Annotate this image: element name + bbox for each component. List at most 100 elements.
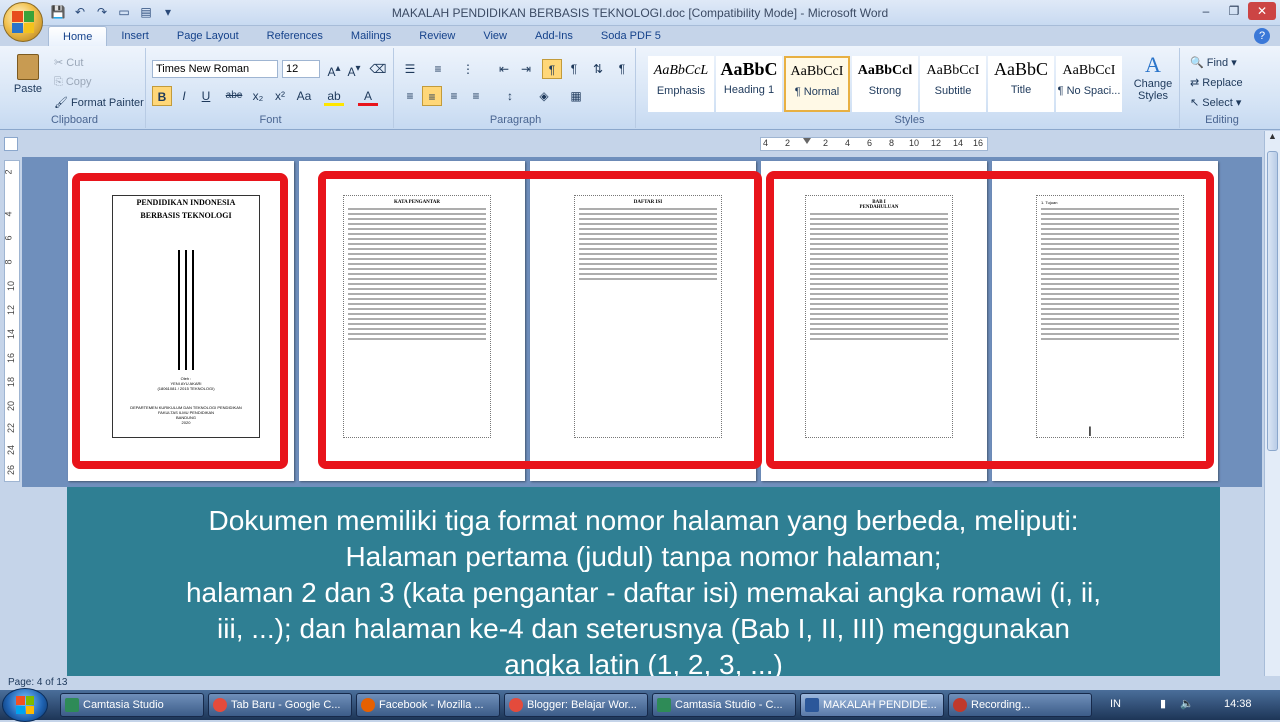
bold-button[interactable]: B [152,86,172,106]
office-button[interactable] [3,2,43,42]
replace-button[interactable]: ⇄ Replace [1190,76,1243,89]
font-name-select[interactable]: Times New Roman [152,60,278,78]
bullets-icon[interactable]: ☰ [400,59,420,79]
taskbar-item-camtasia[interactable]: Camtasia Studio [60,693,204,717]
tab-review[interactable]: Review [405,26,469,46]
clipboard-group-label: Clipboard [50,114,99,126]
taskbar-item-label: Camtasia Studio - C... [675,699,783,711]
numbering-icon[interactable]: ≡ [428,59,448,79]
close-button[interactable]: ✕ [1248,2,1276,20]
taskbar-item-chrome[interactable]: Tab Baru - Google C... [208,693,352,717]
taskbar-item-label: Tab Baru - Google C... [231,699,341,711]
find-label: Find [1206,57,1229,69]
window-title: MAKALAH PENDIDIKAN BERBASIS TEKNOLOGI.do… [391,6,889,20]
tab-insert[interactable]: Insert [107,26,163,46]
change-case-button[interactable]: Aa [294,86,314,106]
change-styles-button[interactable]: A Change Styles [1130,52,1176,102]
rtl-icon[interactable]: ¶ [564,59,584,79]
tab-selector[interactable] [4,137,18,151]
increase-indent-icon[interactable]: ⇥ [516,59,536,79]
taskbar-item-recording[interactable]: Recording... [948,693,1092,717]
taskbar-item-camtasia-2[interactable]: Camtasia Studio - C... [652,693,796,717]
scroll-thumb[interactable] [1267,151,1278,451]
select-label: Select [1202,97,1233,109]
ruler-tick: 2 [3,169,14,175]
start-button[interactable] [2,688,48,722]
maximize-button[interactable]: ❐ [1220,2,1248,20]
subscript-button[interactable]: x₂ [248,86,268,106]
help-icon[interactable]: ? [1254,28,1270,44]
clipboard-group: Paste ✂ Cut ⎘ Copy 🖌 Format Painter Clip… [4,48,146,128]
select-button[interactable]: ↖ Select ▾ [1190,96,1241,109]
ltr-icon[interactable]: ¶ [542,59,562,79]
style-subtitle[interactable]: AaBbCcI Subtitle [920,56,986,112]
tab-add-ins[interactable]: Add-Ins [521,26,587,46]
copy-label: Copy [65,76,92,88]
vertical-ruler[interactable]: 2 4 6 8 10 12 14 16 18 20 22 24 26 [4,160,20,482]
paragraph-group-label: Paragraph [489,114,542,126]
style-no-spacing[interactable]: AaBbCcI ¶ No Spaci... [1056,56,1122,112]
tab-home[interactable]: Home [48,26,108,46]
ruler-tick: 6 [3,235,14,241]
tab-view[interactable]: View [469,26,521,46]
taskbar-item-word[interactable]: MAKALAH PENDIDE... [800,693,944,717]
font-size-select[interactable]: 12 [282,60,320,78]
clock[interactable]: 14:38 [1224,698,1252,710]
clipboard-icon [17,54,39,80]
paste-button[interactable]: Paste [10,52,46,108]
line-spacing-icon[interactable]: ↕ [500,86,520,106]
volume-icon[interactable]: 🔈 [1180,697,1194,710]
network-icon[interactable]: ▮ [1160,697,1166,710]
horizontal-ruler[interactable]: 4 2 2 4 6 8 10 12 14 16 [760,137,988,151]
show-formatting-icon[interactable]: ¶ [612,59,632,79]
font-color-button[interactable]: A [358,86,378,106]
document-area[interactable]: PENDIDIKAN INDONESIA BERBASIS TEKNOLOGI … [22,157,1262,487]
indent-marker-icon[interactable] [803,138,811,144]
taskbar-item-firefox[interactable]: Facebook - Mozilla ... [356,693,500,717]
style-name: Heading 1 [723,84,775,96]
vertical-scrollbar[interactable]: ▲ [1264,131,1280,676]
italic-button[interactable]: I [174,86,194,106]
find-button[interactable]: 🔍 Find ▾ [1190,56,1237,69]
ruler-tick: 4 [3,211,14,217]
highlight-box-roman [318,171,762,469]
style-heading-1[interactable]: AaBbC Heading 1 [716,56,782,112]
tab-mailings[interactable]: Mailings [337,26,405,46]
shrink-font-icon[interactable]: A▾ [344,59,364,79]
grow-font-icon[interactable]: A▴ [324,59,344,79]
underline-button[interactable]: U [196,86,216,106]
shading-icon[interactable]: ◈ [534,86,554,106]
clear-format-icon[interactable]: ⌫ [368,59,388,79]
format-painter-button[interactable]: 🖌 Format Painter [54,96,144,109]
decrease-indent-icon[interactable]: ⇤ [494,59,514,79]
align-right-icon[interactable]: ≡ [444,86,464,106]
multilevel-list-icon[interactable]: ⋮ [458,59,478,79]
ruler-tick: 10 [6,280,17,292]
scroll-up-icon[interactable]: ▲ [1265,131,1280,147]
justify-icon[interactable]: ≡ [466,86,486,106]
taskbar-item-label: Facebook - Mozilla ... [379,699,484,711]
style-emphasis[interactable]: AaBbCcL Emphasis [648,56,714,112]
align-center-icon[interactable]: ≡ [422,86,442,106]
style-sample: AaBbCcI [926,63,980,78]
strikethrough-button[interactable]: abe [224,86,244,106]
copy-button[interactable]: ⎘ Copy [54,76,92,89]
highlight-button[interactable]: ab [324,86,344,106]
borders-icon[interactable]: ▦ [566,86,586,106]
language-indicator[interactable]: IN [1110,698,1121,710]
ruler-tick: 22 [6,422,17,434]
window-controls: – ❐ ✕ [1192,2,1276,20]
sort-icon[interactable]: ⇅ [588,59,608,79]
style-normal[interactable]: AaBbCcI ¶ Normal [784,56,850,112]
superscript-button[interactable]: x² [270,86,290,106]
minimize-button[interactable]: – [1192,2,1220,20]
align-left-icon[interactable]: ≡ [400,86,420,106]
style-strong[interactable]: AaBbCcl Strong [852,56,918,112]
style-title[interactable]: AaBbC Title [988,56,1054,112]
page-count[interactable]: Page: 4 of 13 [8,677,68,688]
tab-page-layout[interactable]: Page Layout [163,26,253,46]
taskbar-item-blogger[interactable]: Blogger: Belajar Wor... [504,693,648,717]
cut-button[interactable]: ✂ Cut [54,56,83,69]
tab-references[interactable]: References [253,26,337,46]
tab-soda-pdf[interactable]: Soda PDF 5 [587,26,675,46]
